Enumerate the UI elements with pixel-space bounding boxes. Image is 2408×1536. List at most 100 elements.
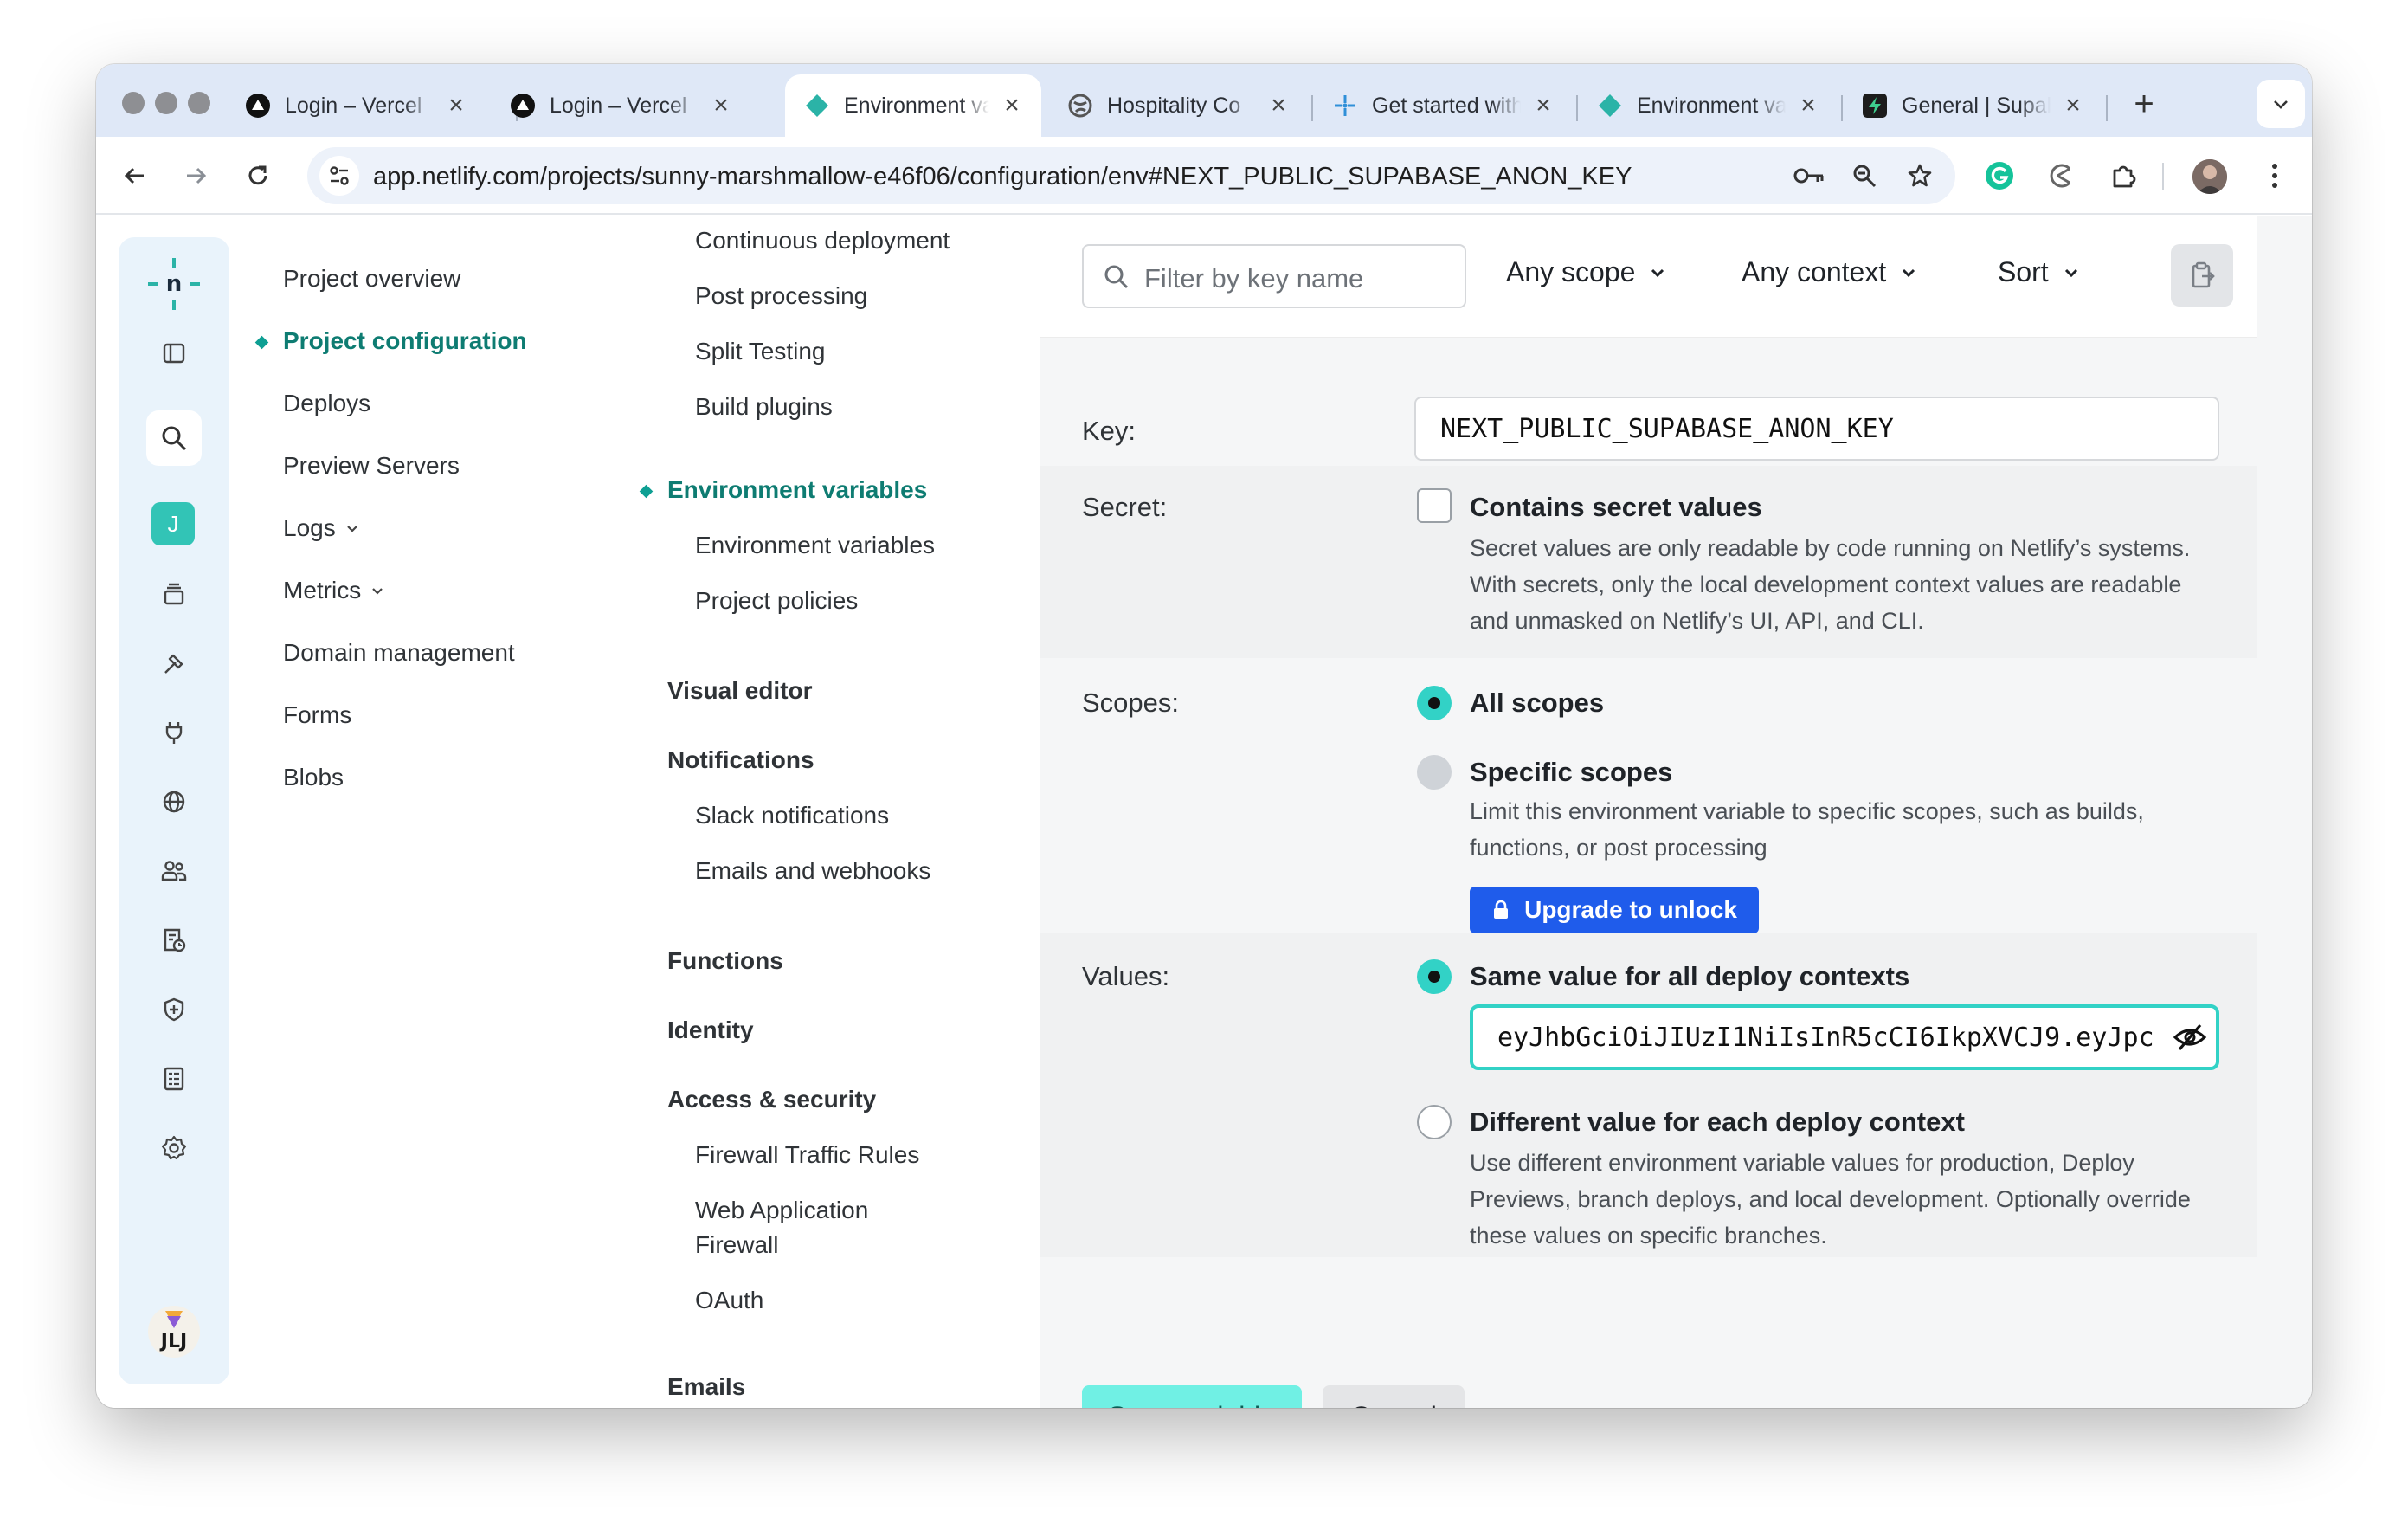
profile-avatar[interactable] [2192,159,2227,194]
settings-gear-icon[interactable] [146,1120,202,1176]
sidebar-item-deploys[interactable]: Deploys [283,390,370,417]
copy-to-clipboard-button[interactable] [2171,244,2233,307]
users-icon[interactable] [146,843,202,899]
browser-tab[interactable]: General | Supabase × [1843,74,2102,137]
browser-tab[interactable]: Login – Vercel × [226,74,486,137]
close-tab-icon[interactable]: × [1268,93,1289,119]
key-row: Key: NEXT_PUBLIC_SUPABASE_ANON_KEY [1040,338,2257,466]
password-key-icon[interactable] [1791,158,1827,194]
sidebar-item-blobs[interactable]: Blobs [283,764,344,791]
subnav-environment-variables-section[interactable]: Environment variables [639,476,927,504]
tab-title: General | Supabase [1902,93,2051,118]
close-tab-icon[interactable]: × [446,93,467,119]
subnav-notifications[interactable]: Notifications [667,746,814,774]
save-variable-button[interactable]: Save variable [1082,1385,1302,1408]
tab-search-button[interactable] [2257,80,2305,128]
extensions-puzzle-icon[interactable] [2104,156,2144,196]
reload-icon [248,165,267,185]
close-tab-icon[interactable]: × [1001,93,1022,119]
different-value-radio[interactable] [1417,1105,1452,1139]
close-tab-icon[interactable]: × [1533,93,1554,119]
logs-icon[interactable] [146,1051,202,1107]
subnav-emails-webhooks[interactable]: Emails and webhooks [695,854,930,888]
sidebar-item-domain-management[interactable]: Domain management [283,639,515,667]
user-avatar[interactable]: JLJ [146,1304,202,1359]
close-window-button[interactable] [122,92,145,114]
globe-icon[interactable] [146,774,202,829]
subnav-slack-notifications[interactable]: Slack notifications [695,798,889,833]
forward-button[interactable] [176,156,216,196]
subnav-environment-variables[interactable]: Environment variables [695,528,935,563]
close-tab-icon[interactable]: × [711,93,731,119]
cancel-button[interactable]: Cancel [1323,1385,1465,1408]
subnav-visual-editor[interactable]: Visual editor [667,677,813,705]
zoom-icon[interactable] [1846,158,1883,194]
close-tab-icon[interactable]: × [2063,93,2083,119]
extension-icon[interactable] [2042,156,2082,196]
search-icon[interactable] [146,410,202,466]
subnav-build-plugins[interactable]: Build plugins [695,390,833,424]
subnav-waf[interactable]: Web Application Firewall [695,1193,868,1262]
new-tab-button[interactable]: + [2127,87,2161,123]
subnav-continuous-deployment[interactable]: Continuous deployment [695,223,950,258]
key-input[interactable]: NEXT_PUBLIC_SUPABASE_ANON_KEY [1414,397,2219,461]
subnav-identity[interactable]: Identity [667,1016,754,1044]
browser-tab[interactable]: Hospitality Co × [1048,74,1308,137]
sidebar-item-forms[interactable]: Forms [283,701,351,729]
browser-tab[interactable]: Login – Vercel × [491,74,750,137]
subnav-functions[interactable]: Functions [667,947,783,975]
sidebar-item-metrics[interactable]: Metrics [283,577,385,604]
site-settings-button[interactable] [319,156,359,196]
hammer-icon[interactable] [146,636,202,691]
minimize-window-button[interactable] [155,92,177,114]
subnav-post-processing[interactable]: Post processing [695,279,867,313]
forms-icon[interactable] [146,913,202,968]
sidebar-toggle-icon[interactable] [146,326,202,381]
layers-icon[interactable] [146,566,202,622]
filter-bar: Filter by key name Any scope Any context… [1040,216,2257,338]
hide-value-eye-slash-icon[interactable] [2173,1022,2207,1057]
specific-scopes-radio[interactable] [1417,755,1452,790]
filter-key-input[interactable]: Filter by key name [1082,244,1466,308]
context-dropdown[interactable]: Any context [1742,256,1917,288]
upgrade-to-unlock-button[interactable]: Upgrade to unlock [1470,887,1759,933]
same-value-radio[interactable] [1417,959,1452,994]
team-avatar[interactable]: J [151,502,195,545]
close-tab-icon[interactable]: × [1798,93,1819,119]
plug-icon[interactable] [146,705,202,760]
subnav-split-testing[interactable]: Split Testing [695,334,825,369]
subnav-firewall-traffic-rules[interactable]: Firewall Traffic Rules [695,1138,919,1172]
browser-tab-active[interactable]: Environment variables × [785,74,1041,137]
subnav-access-security[interactable]: Access & security [667,1086,876,1113]
globe-icon [1067,93,1093,119]
netlify-logo-icon[interactable]: n [146,256,202,312]
grammarly-extension-icon[interactable] [1980,156,2019,196]
sidebar-item-preview-servers[interactable]: Preview Servers [283,452,460,480]
sidebar-item-project-configuration[interactable]: Project configuration [254,327,527,355]
reload-button[interactable] [238,156,278,196]
back-button[interactable] [115,156,155,196]
variable-value-input[interactable]: eyJhbGciOiJIUzI1NiIsInR5cCI6IkpXVCJ9.eyJ… [1470,1004,2219,1070]
address-bar[interactable]: app.netlify.com/projects/sunny-marshmall… [307,147,1955,204]
netlify-icon [804,93,830,119]
all-scopes-radio[interactable] [1417,686,1452,720]
subnav-project-policies[interactable]: Project policies [695,584,858,618]
sort-dropdown[interactable]: Sort [1998,256,2080,288]
url-text: app.netlify.com/projects/sunny-marshmall… [373,163,1632,190]
bookmark-star-icon[interactable] [1902,158,1938,194]
zoom-window-button[interactable] [188,92,210,114]
subnav-emails[interactable]: Emails [667,1373,745,1401]
sidebar-item-project-overview[interactable]: Project overview [283,265,460,293]
browser-toolbar: app.netlify.com/projects/sunny-marshmall… [96,137,2312,215]
browser-tab[interactable]: Get started with × [1313,74,1573,137]
tab-title: Login – Vercel [550,93,687,118]
subnav-oauth[interactable]: OAuth [695,1283,763,1318]
browser-menu-icon[interactable] [2255,156,2295,196]
shield-icon[interactable] [146,982,202,1037]
vercel-icon [245,93,271,119]
contains-secret-checkbox[interactable] [1417,488,1452,523]
chevron-down-icon [372,588,383,595]
sidebar-item-logs[interactable]: Logs [283,514,360,542]
scope-dropdown[interactable]: Any scope [1506,256,1666,288]
browser-tab[interactable]: Environment variables × [1578,74,1838,137]
